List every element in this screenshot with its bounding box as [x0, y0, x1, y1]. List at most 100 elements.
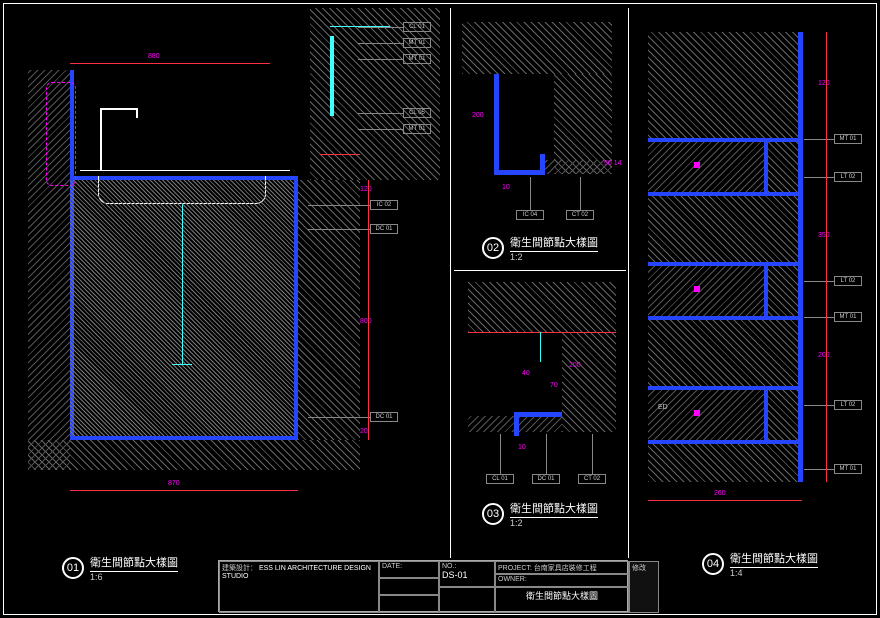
- tb-designer: 建築設計： ESS LIN ARCHITECTURE DESIGN STUDIO: [219, 561, 379, 613]
- callout-01: 01 衛生間節點大樣圖 1:6: [62, 554, 178, 582]
- leader: [804, 317, 834, 318]
- marker-2: [694, 286, 700, 292]
- dim-r2: 800: [360, 318, 372, 325]
- dim-v: 200: [472, 112, 484, 119]
- tb-date-label: DATE:: [382, 563, 402, 570]
- panel-01: 880 CL 01 MT 01 MT 01 CL 05 MT 01 IC 02 …: [8, 8, 446, 558]
- marker-3: [694, 410, 700, 416]
- callout-title-04: 衛生間節點大樣圖: [730, 550, 818, 568]
- tag-r2: LT 02: [834, 172, 862, 182]
- leader: [804, 281, 834, 282]
- tag-r4: MT 01: [834, 312, 862, 322]
- dim-drop: 70: [550, 382, 558, 389]
- drain-vert: [182, 204, 183, 364]
- wp-v: [494, 74, 499, 174]
- dim-r3: 20: [360, 428, 368, 435]
- upper-red: [320, 154, 360, 155]
- faucet-tip: [136, 108, 138, 118]
- leader: [358, 113, 403, 114]
- hatch-wall-right: [298, 180, 360, 440]
- cut: [540, 332, 541, 362]
- shelf-2-void: [648, 266, 768, 316]
- shelf-2-fill: [648, 266, 768, 316]
- hatch-base: [542, 160, 612, 174]
- callout-title-01: 衛生間節點大樣圖: [90, 554, 178, 572]
- divider-1: [450, 8, 451, 558]
- shelf-3-void: [648, 390, 768, 440]
- dim-ext: 10: [518, 444, 526, 451]
- wp-col: [798, 32, 803, 482]
- leader: [804, 177, 834, 178]
- tb-project: PROJECT: 台南家具店裝修工程: [495, 561, 629, 574]
- tag-mt01c: MT 01: [403, 124, 431, 134]
- dim-line: [70, 63, 270, 64]
- dim-bottom: 870: [168, 480, 180, 487]
- leader: [308, 417, 370, 418]
- detail-callout-box: [46, 82, 76, 186]
- callout-03: 03 衛生間節點大樣圖1:2: [482, 500, 598, 528]
- drain-valve: [172, 364, 192, 365]
- callout-04: 04 衛生間節點大樣圖1:4: [702, 550, 818, 578]
- wp-s3b: [648, 440, 802, 444]
- faucet-spout: [100, 108, 138, 110]
- hatch-floor: [28, 440, 360, 470]
- tag-r6: MT 01: [834, 464, 862, 474]
- dim-down: 200: [569, 362, 581, 369]
- shelf-3-fill: [648, 390, 768, 440]
- callout-num-01: 01: [62, 557, 84, 579]
- dim4-b: 260: [714, 490, 726, 497]
- tb-date: DATE:: [379, 561, 439, 578]
- tb-rev: [439, 587, 495, 613]
- tag-dc01: DC 01: [370, 224, 398, 234]
- panel-03: 40 70 200 10 CL 01 DC 01 CT 02: [454, 276, 626, 520]
- shelf-1-void: [648, 142, 768, 192]
- wp-v: [514, 412, 519, 436]
- wp-s2t: [648, 262, 802, 266]
- ceiling: [468, 332, 616, 333]
- wp-s2l: [764, 262, 768, 320]
- titleblock: 建築設計： ESS LIN ARCHITECTURE DESIGN STUDIO…: [218, 560, 628, 612]
- panel-04: ED MT 01 LT 02 LT 02 MT 01 LT 02 MT 01 1…: [634, 12, 874, 522]
- wp-s1t: [648, 138, 802, 142]
- tag-ct02: CT 02: [578, 474, 606, 484]
- leader: [308, 205, 370, 206]
- tag-cl01: CL 01: [403, 22, 431, 32]
- upper-det-pipe: [330, 36, 334, 116]
- leader: [592, 434, 593, 474]
- tag-dc01b: DC 01: [370, 412, 398, 422]
- tag-dc01: DC 01: [532, 474, 560, 484]
- tb-sheet-value: DS-01: [442, 570, 468, 580]
- hatch-wall-top: [468, 282, 616, 332]
- tb-drawing: 衛生間節點大樣圖: [495, 587, 629, 613]
- dim4-line: [826, 32, 827, 482]
- leader: [358, 129, 403, 130]
- dim4-b-line: [648, 500, 802, 501]
- leader: [358, 27, 403, 28]
- panel-02: 200 10 50 14 IC 04 CT 02: [454, 12, 626, 252]
- callout-num-04: 04: [702, 553, 724, 575]
- tb-sheet: NO.: DS-01: [439, 561, 495, 587]
- wp-s3t: [648, 386, 802, 390]
- hatch-wall: [462, 22, 612, 74]
- marker-1: [694, 162, 700, 168]
- tb-rev-label: 修改: [632, 565, 646, 572]
- wp-h: [494, 170, 544, 175]
- tag-r1: MT 01: [834, 134, 862, 144]
- callout-title-03: 衛生間節點大樣圖: [510, 500, 598, 518]
- divider-h: [454, 270, 626, 271]
- wp-turn: [294, 180, 298, 440]
- callout-num-02: 02: [482, 237, 504, 259]
- tb-owner-label: OWNER:: [498, 576, 527, 583]
- tag-cl01: CL 01: [486, 474, 514, 484]
- callout-scale-04: 1:4: [730, 568, 818, 578]
- leader: [500, 434, 501, 474]
- callout-title-02: 衛生間節點大樣圖: [510, 234, 598, 252]
- leader: [804, 405, 834, 406]
- inner-label: ED: [658, 404, 668, 411]
- wp-s3l: [764, 386, 768, 444]
- tb-draw: [379, 595, 439, 613]
- tb-drawing-value: 衛生間節點大樣圖: [526, 591, 598, 601]
- callout-scale-01: 1:6: [90, 572, 178, 582]
- divider-2: [628, 8, 629, 558]
- tb-owner: OWNER:: [495, 574, 629, 587]
